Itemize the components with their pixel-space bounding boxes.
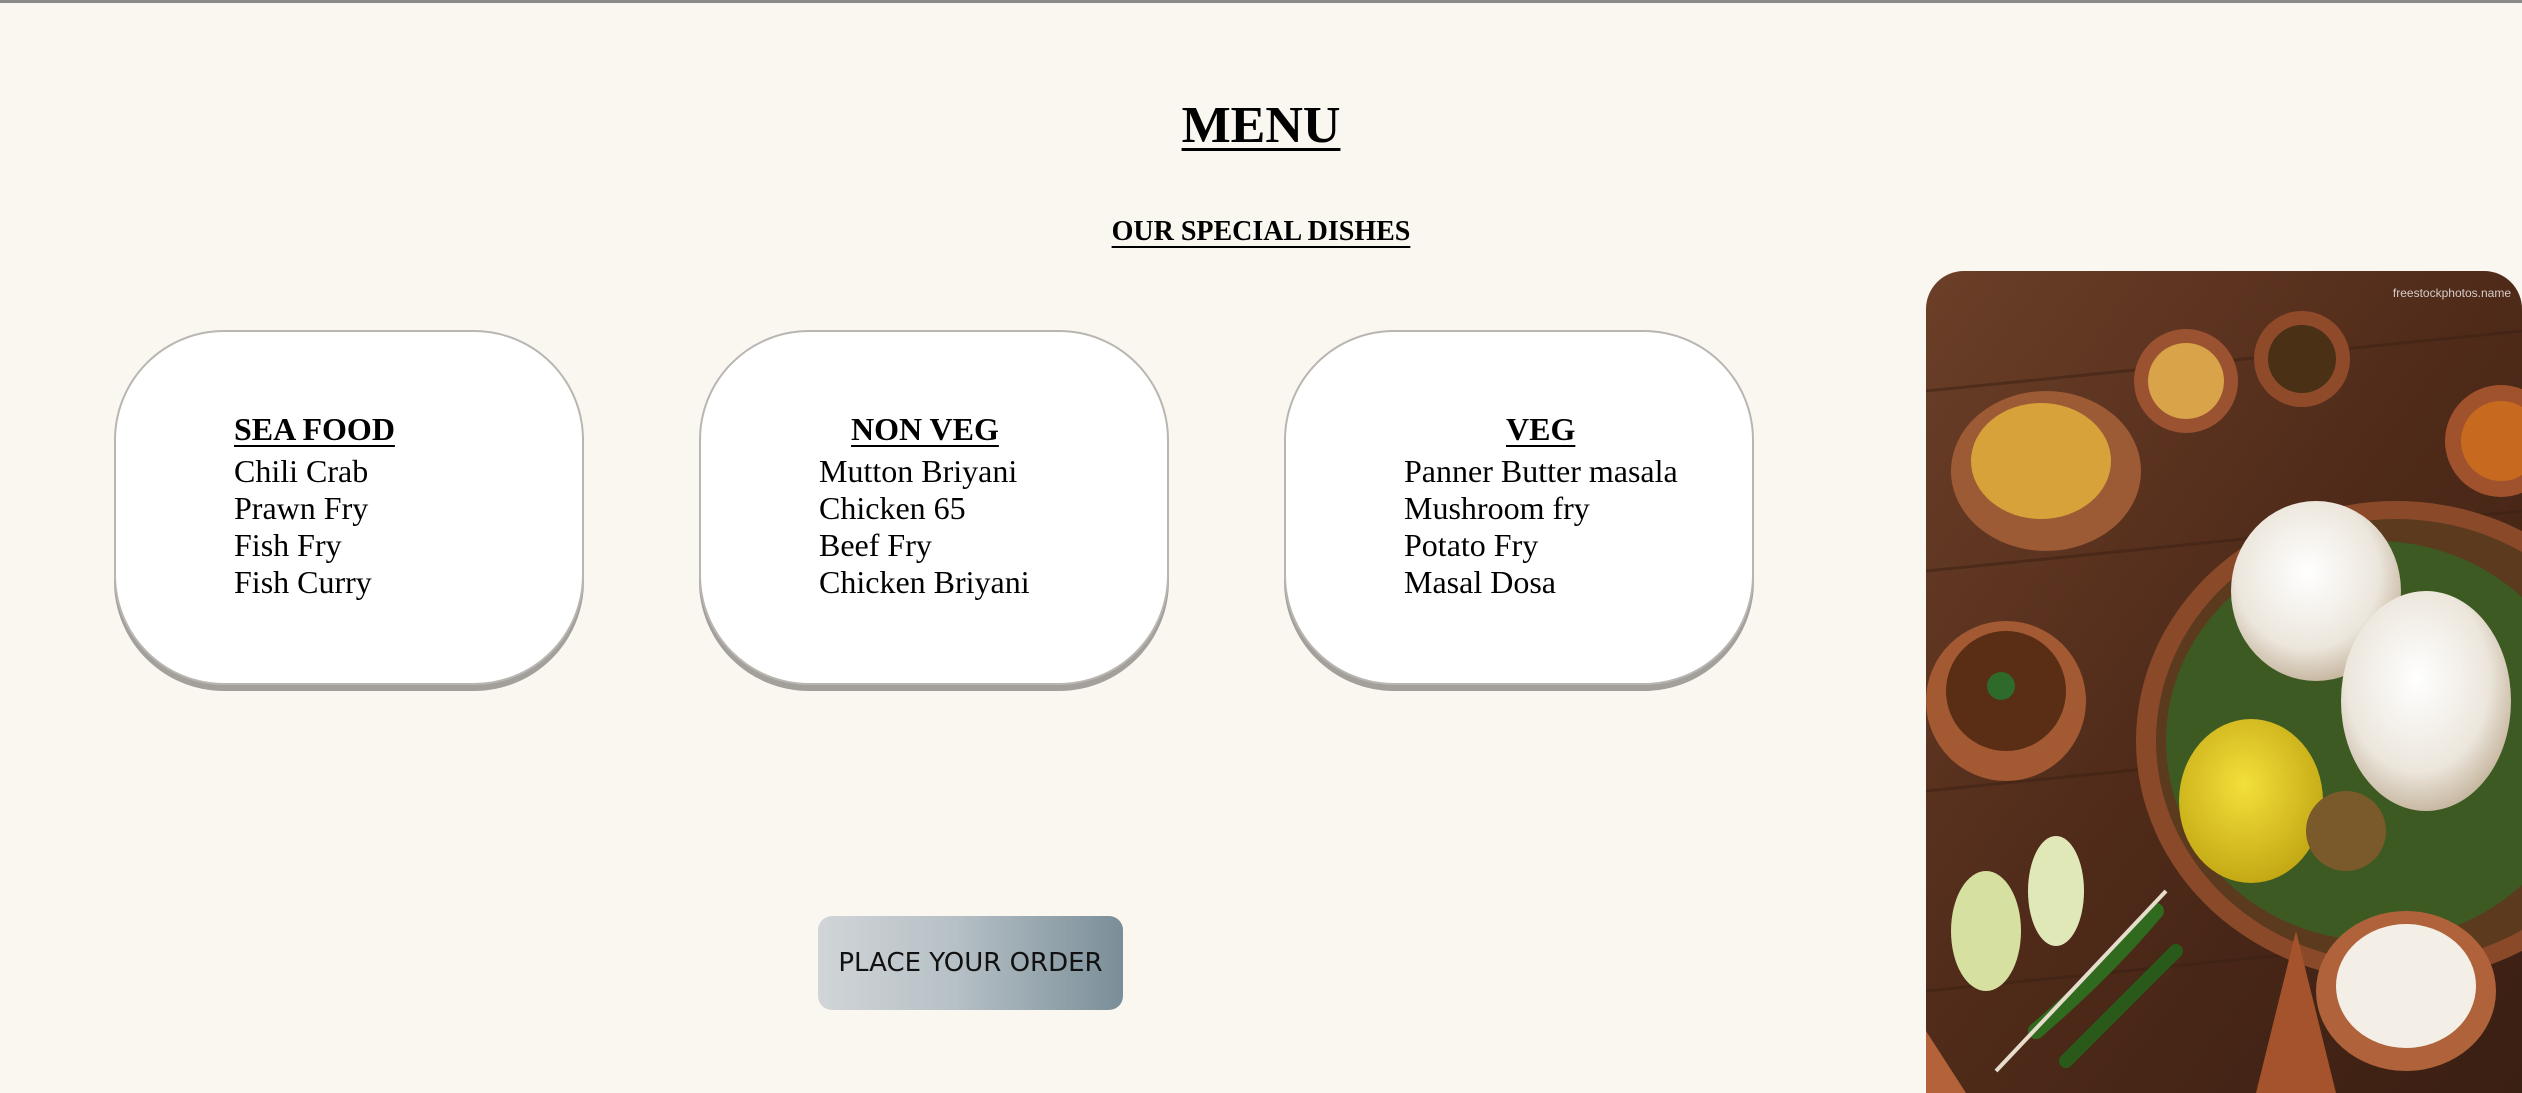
dish-item: Fish Fry bbox=[234, 527, 342, 564]
dish-item: Chili Crab bbox=[234, 453, 369, 490]
page-title: MENU bbox=[1181, 97, 1341, 154]
dish-list: Panner Butter masala Mushroom fry Potato… bbox=[1404, 453, 1678, 601]
dish-item: Chicken Briyani bbox=[819, 564, 1030, 601]
dish-item: Masal Dosa bbox=[1404, 564, 1556, 601]
menu-card-veg: VEG Panner Butter masala Mushroom fry Po… bbox=[1284, 330, 1754, 685]
dish-item: Fish Curry bbox=[234, 564, 372, 601]
dish-item: Beef Fry bbox=[819, 527, 932, 564]
dish-item: Prawn Fry bbox=[234, 490, 369, 527]
dish-list: Chili Crab Prawn Fry Fish Fry Fish Curry bbox=[234, 453, 395, 601]
food-photo-image: freestockphotos.name bbox=[1926, 271, 2522, 1093]
page-subtitle: OUR SPECIAL DISHES bbox=[1111, 216, 1411, 247]
menu-card-non-veg: NON VEG Mutton Briyani Chicken 65 Beef F… bbox=[699, 330, 1169, 685]
dish-item: Panner Butter masala bbox=[1404, 453, 1678, 490]
dish-item: Mushroom fry bbox=[1404, 490, 1590, 527]
dish-item: Potato Fry bbox=[1404, 527, 1539, 564]
card-title: NON VEG bbox=[851, 411, 999, 447]
card-content: NON VEG Mutton Briyani Chicken 65 Beef F… bbox=[819, 411, 1030, 601]
menu-card-sea-food: SEA FOOD Chili Crab Prawn Fry Fish Fry F… bbox=[114, 330, 584, 685]
dish-item: Chicken 65 bbox=[819, 490, 966, 527]
card-content: SEA FOOD Chili Crab Prawn Fry Fish Fry F… bbox=[234, 411, 395, 601]
card-title: VEG bbox=[1506, 411, 1576, 447]
place-order-button[interactable]: PLACE YOUR ORDER bbox=[818, 916, 1123, 1010]
dish-item: Mutton Briyani bbox=[819, 453, 1018, 490]
card-content: VEG Panner Butter masala Mushroom fry Po… bbox=[1404, 411, 1678, 601]
dish-list: Mutton Briyani Chicken 65 Beef Fry Chick… bbox=[819, 453, 1030, 601]
food-photo: freestockphotos.name bbox=[1926, 271, 2522, 1093]
card-title: SEA FOOD bbox=[234, 411, 395, 447]
top-border bbox=[0, 0, 2522, 3]
photo-watermark: freestockphotos.name bbox=[2393, 286, 2511, 300]
